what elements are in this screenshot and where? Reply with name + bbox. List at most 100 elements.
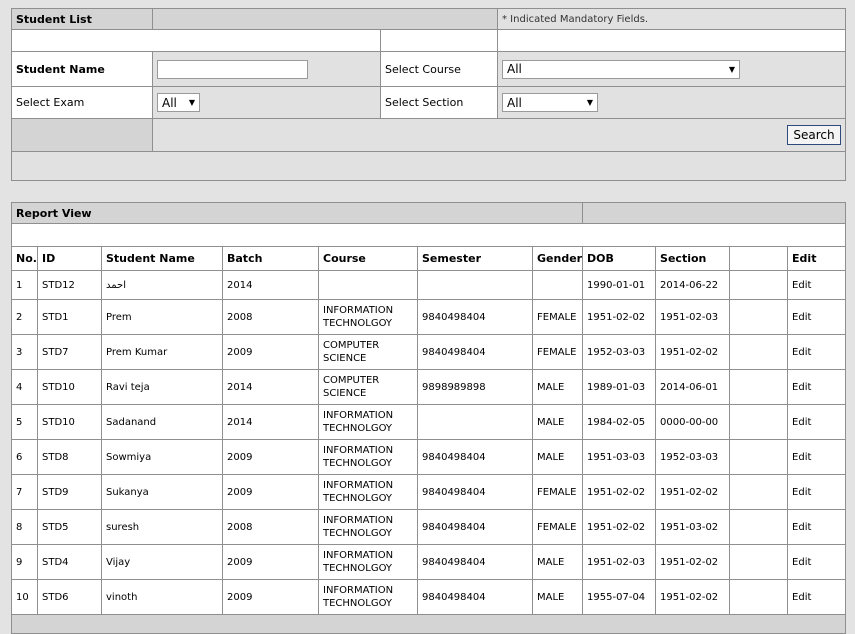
edit-link[interactable]: Edit	[792, 312, 811, 323]
blank-cell	[729, 474, 789, 510]
course-line: INFORMATION	[323, 550, 394, 561]
section: 1951-02-02	[660, 591, 719, 603]
edit-link-cell[interactable]: Edit	[787, 579, 847, 615]
semester: 9840498404	[422, 311, 486, 323]
edit-link[interactable]: Edit	[792, 452, 811, 463]
table-row: 2 STD1 Prem 2008 INFORMATION TECHNOLGOY 984049…	[11, 299, 847, 335]
semester: 9840498404	[422, 556, 486, 568]
blank-cell	[11, 29, 381, 52]
search-button-cell: Search	[152, 118, 846, 152]
student-name-cell: Ravi teja	[101, 369, 223, 405]
section-cell: 2014-06-01	[655, 369, 731, 405]
row-number-cell: 7	[11, 474, 38, 510]
table-row: 9 STD4 Vijay 2009 INFORMATION TECHNOLGOY 98404…	[11, 544, 847, 580]
course-line: INFORMATION	[323, 305, 394, 316]
course-line: SCIENCE	[323, 353, 367, 364]
table-row: 8 STD5 suresh 2008 INFORMATION TECHNOLGOY 9840…	[11, 509, 847, 545]
batch: 2009	[227, 591, 253, 603]
column-header-student-name: Student Name	[101, 246, 223, 271]
student-name-cell: Sadanand	[101, 404, 223, 440]
report-rows: 1 STD12 احمد 2014 1990-01-01 2014-06-22 Edit 2 S…	[11, 270, 847, 615]
select-course-dropdown[interactable]: All ▼	[502, 59, 740, 79]
row-number-cell: 5	[11, 404, 38, 440]
gender: MALE	[537, 416, 565, 428]
edit-link[interactable]: Edit	[792, 522, 811, 533]
edit-link-cell[interactable]: Edit	[787, 270, 847, 300]
row-number: 7	[16, 486, 23, 498]
edit-link[interactable]: Edit	[792, 487, 811, 498]
gender: MALE	[537, 591, 565, 603]
semester-cell: 9840498404	[417, 474, 533, 510]
batch-cell: 2009	[222, 544, 319, 580]
edit-link-cell[interactable]: Edit	[787, 509, 847, 545]
edit-link-cell[interactable]: Edit	[787, 334, 847, 370]
student-id-cell: STD8	[37, 439, 102, 475]
gender-cell: FEMALE	[531, 474, 584, 510]
course-line: INFORMATION	[323, 445, 394, 456]
edit-link[interactable]: Edit	[792, 557, 811, 568]
section: 1952-03-03	[660, 451, 719, 463]
student-id-cell: STD7	[37, 334, 102, 370]
section: 1951-03-02	[660, 521, 719, 533]
select-section-dropdown[interactable]: All ▼	[502, 93, 598, 112]
course-line: INFORMATION	[323, 410, 394, 421]
edit-link[interactable]: Edit	[792, 592, 811, 603]
student-name: Vijay	[106, 556, 131, 568]
gender: FEMALE	[537, 521, 577, 533]
student-id: STD12	[42, 279, 75, 291]
edit-link[interactable]: Edit	[792, 417, 811, 428]
edit-link[interactable]: Edit	[792, 280, 811, 291]
column-header-batch: Batch	[222, 246, 319, 271]
search-button[interactable]: Search	[787, 125, 841, 145]
dob-cell: 1951-02-03	[582, 544, 657, 580]
select-exam-dropdown[interactable]: All ▼	[157, 93, 200, 112]
course-line: TECHNOLGOY	[323, 493, 393, 504]
course-cell: INFORMATION TECHNOLGOY	[318, 474, 418, 510]
batch: 2008	[227, 521, 253, 533]
row-number-cell: 6	[11, 439, 38, 475]
course-line: TECHNOLGOY	[323, 318, 393, 329]
edit-link-cell[interactable]: Edit	[787, 299, 847, 335]
student-id: STD6	[42, 591, 69, 603]
student-name-input[interactable]	[157, 59, 308, 79]
column-header-course: Course	[318, 246, 418, 271]
column-header-blank	[729, 246, 789, 271]
student-id-cell: STD9	[37, 474, 102, 510]
edit-link-cell[interactable]: Edit	[787, 474, 847, 510]
edit-link-cell[interactable]: Edit	[787, 369, 847, 405]
row-number-cell: 1	[11, 270, 38, 300]
dob-cell: 1951-02-02	[582, 509, 657, 545]
gender-cell: FEMALE	[531, 334, 584, 370]
student-list-title: Student List	[11, 8, 153, 30]
section-cell: 0000-00-00	[655, 404, 731, 440]
blank-cell	[497, 29, 846, 52]
edit-link[interactable]: Edit	[792, 382, 811, 393]
report-view-title: Report View	[10, 202, 584, 224]
edit-link-cell[interactable]: Edit	[787, 439, 847, 475]
column-header-no: No.	[11, 246, 38, 271]
batch-cell: 2014	[222, 369, 319, 405]
edit-link-cell[interactable]: Edit	[787, 544, 847, 580]
course-line: TECHNOLGOY	[323, 598, 393, 609]
gender-cell	[531, 270, 584, 300]
gender-cell: MALE	[531, 544, 584, 580]
edit-link[interactable]: Edit	[792, 347, 811, 358]
course-line: SCIENCE	[323, 388, 367, 399]
select-course-cell: All ▼	[497, 51, 846, 87]
course-cell: INFORMATION TECHNOLGOY	[318, 404, 418, 440]
student-name: Sowmiya	[106, 451, 152, 463]
course-cell: INFORMATION TECHNOLGOY	[318, 509, 418, 545]
semester-cell: 9840498404	[417, 439, 533, 475]
table-row: 6 STD8 Sowmiya 2009 INFORMATION TECHNOLGOY 984…	[11, 439, 847, 475]
edit-link-cell[interactable]: Edit	[787, 404, 847, 440]
semester: 9898989898	[422, 381, 486, 393]
student-name-cell: Sukanya	[101, 474, 223, 510]
section-cell: 1951-02-03	[655, 299, 731, 335]
student-name-cell: Vijay	[101, 544, 223, 580]
semester: 9840498404	[422, 486, 486, 498]
section: 1951-02-02	[660, 346, 719, 358]
gender-cell: MALE	[531, 439, 584, 475]
column-header-id: ID	[37, 246, 102, 271]
course-cell	[318, 270, 418, 300]
dropdown-arrow-icon: ▼	[728, 64, 735, 74]
